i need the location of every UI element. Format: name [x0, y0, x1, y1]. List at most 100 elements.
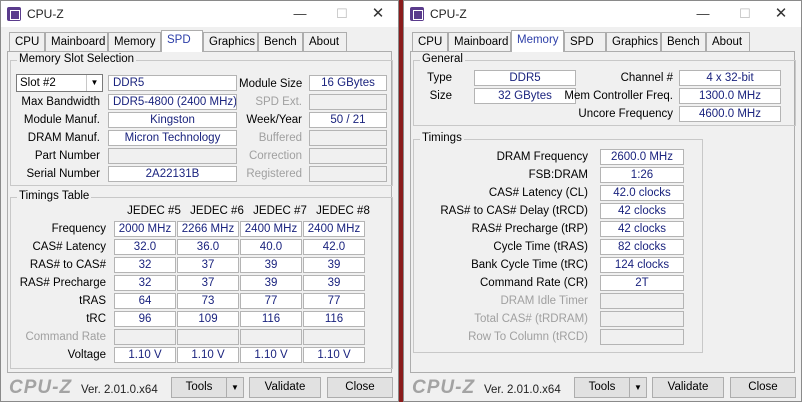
timing-label: Cycle Time (tRAS)	[493, 241, 588, 253]
timing-cell: 1.10 V	[303, 347, 365, 363]
correction-value	[309, 148, 387, 164]
row-label: tRC	[86, 313, 106, 325]
slot-select-value: Slot #2	[20, 77, 56, 89]
close-window-button[interactable]: ✕	[769, 4, 793, 24]
minimize-button[interactable]: —	[691, 4, 715, 24]
slot-select[interactable]: Slot #2 ▼	[16, 74, 103, 92]
module-size-value: 16 GBytes	[309, 75, 387, 91]
chevron-down-icon: ▼	[86, 75, 102, 91]
timing-cell: 32.0	[114, 239, 176, 255]
cpuz-logo: CPU-Z	[412, 377, 476, 398]
memory-type-value: DDR5	[108, 75, 237, 91]
maximize-button[interactable]: ☐	[330, 4, 354, 24]
tab-spd[interactable]: SPD	[161, 30, 203, 52]
tab-memory[interactable]: Memory	[511, 30, 564, 52]
week-year-value: 50 / 21	[309, 112, 387, 128]
timing-cell: 39	[303, 275, 365, 291]
label-dram-manuf: DRAM Manuf.	[27, 132, 100, 144]
max-bandwidth-value: DDR5-4800 (2400 MHz)	[108, 94, 237, 110]
group-title: Timings Table	[17, 190, 92, 202]
row-label: Frequency	[51, 223, 106, 235]
row-label: Command Rate	[25, 331, 106, 343]
label-correction: Correction	[248, 150, 302, 162]
label-type: Type	[427, 72, 452, 84]
spd-panel: Memory Slot Selection Slot #2 ▼ DDR5 Max…	[7, 51, 393, 373]
timing-cell: 77	[240, 293, 302, 309]
cpuz-app-icon	[7, 7, 21, 21]
tab-about[interactable]: About	[303, 32, 347, 52]
group-title: Memory Slot Selection	[17, 53, 137, 65]
version-label: Ver. 2.01.0.x64	[81, 384, 158, 396]
label-max-bandwidth: Max Bandwidth	[21, 96, 100, 108]
timing-value: 42.0 clocks	[600, 185, 684, 201]
label-channel: Channel #	[620, 72, 673, 84]
tools-button[interactable]: Tools	[171, 377, 227, 398]
label-size: Size	[429, 90, 452, 102]
column-header: JEDEC #5	[127, 205, 181, 217]
general-group: General Type DDR5 Size 32 GBytes Channel…	[413, 53, 796, 126]
validate-button[interactable]: Validate	[652, 377, 724, 398]
title-bar: CPU-Z — ☐ ✕	[404, 1, 801, 27]
tab-memory[interactable]: Memory	[108, 32, 161, 52]
tab-mainboard[interactable]: Mainboard	[45, 32, 108, 52]
timing-cell: 39	[303, 257, 365, 273]
timing-value	[600, 311, 684, 327]
timing-cell: 73	[177, 293, 239, 309]
cpuz-app-icon	[410, 7, 424, 21]
timing-label: Total CAS# (tRDRAM)	[474, 313, 588, 325]
tools-dropdown-button[interactable]: ▼	[226, 377, 244, 398]
timing-value: 42 clocks	[600, 221, 684, 237]
memory-type-value: DDR5	[474, 70, 576, 86]
timing-cell: 37	[177, 275, 239, 291]
column-header: JEDEC #8	[316, 205, 370, 217]
label-week-year: Week/Year	[246, 114, 302, 126]
tab-cpu[interactable]: CPU	[9, 32, 45, 52]
tab-graphics[interactable]: Graphics	[606, 32, 661, 52]
label-buffered: Buffered	[258, 132, 302, 144]
close-button[interactable]: Close	[327, 377, 393, 398]
label-serial-number: Serial Number	[26, 168, 101, 180]
timing-cell: 37	[177, 257, 239, 273]
row-label: RAS# to CAS#	[29, 259, 106, 271]
close-window-button[interactable]: ✕	[366, 4, 390, 24]
close-button[interactable]: Close	[730, 377, 796, 398]
timing-cell: 2400 MHz	[240, 221, 302, 237]
timing-cell: 32	[114, 257, 176, 273]
timing-label: FSB:DRAM	[528, 169, 588, 181]
tab-cpu[interactable]: CPU	[412, 32, 448, 52]
timings-table-group: Timings Table JEDEC #5 JEDEC #6 JEDEC #7…	[10, 190, 393, 369]
timing-cell: 2266 MHz	[177, 221, 239, 237]
tab-bench[interactable]: Bench	[661, 32, 706, 52]
row-label: CAS# Latency	[32, 241, 106, 253]
validate-button[interactable]: Validate	[249, 377, 321, 398]
tools-dropdown-button[interactable]: ▼	[629, 377, 647, 398]
label-module-size: Module Size	[239, 78, 303, 90]
timing-label: Row To Column (tRCD)	[468, 331, 588, 343]
timing-cell: 116	[303, 311, 365, 327]
group-title: Timings	[420, 132, 464, 144]
timing-cell: 39	[240, 275, 302, 291]
minimize-button[interactable]: —	[288, 4, 312, 24]
maximize-button[interactable]: ☐	[733, 4, 757, 24]
timings-group: Timings DRAM Frequency 2600.0 MHz FSB:DR…	[413, 132, 703, 353]
timing-cell: 77	[303, 293, 365, 309]
serial-number-value: 2A22131B	[108, 166, 237, 182]
tab-bench[interactable]: Bench	[258, 32, 303, 52]
timing-cell: 39	[240, 257, 302, 273]
tab-about[interactable]: About	[706, 32, 750, 52]
tab-mainboard[interactable]: Mainboard	[448, 32, 511, 52]
label-part-number: Part Number	[34, 150, 100, 162]
tools-button[interactable]: Tools	[574, 377, 630, 398]
timing-cell: 42.0	[303, 239, 365, 255]
timing-label: Bank Cycle Time (tRC)	[471, 259, 588, 271]
timing-label: RAS# Precharge (tRP)	[471, 223, 588, 235]
bottom-bar: CPU-Z Ver. 2.01.0.x64 Tools ▼ Validate C…	[404, 373, 801, 402]
cpuz-logo: CPU-Z	[9, 377, 73, 398]
tab-spd[interactable]: SPD	[564, 32, 606, 52]
tab-graphics[interactable]: Graphics	[203, 32, 258, 52]
module-manuf-value: Kingston	[108, 112, 237, 128]
timing-cell	[177, 329, 239, 345]
timing-value: 1:26	[600, 167, 684, 183]
row-label: RAS# Precharge	[19, 277, 106, 289]
memory-slot-selection-group: Memory Slot Selection Slot #2 ▼ DDR5 Max…	[10, 53, 393, 186]
